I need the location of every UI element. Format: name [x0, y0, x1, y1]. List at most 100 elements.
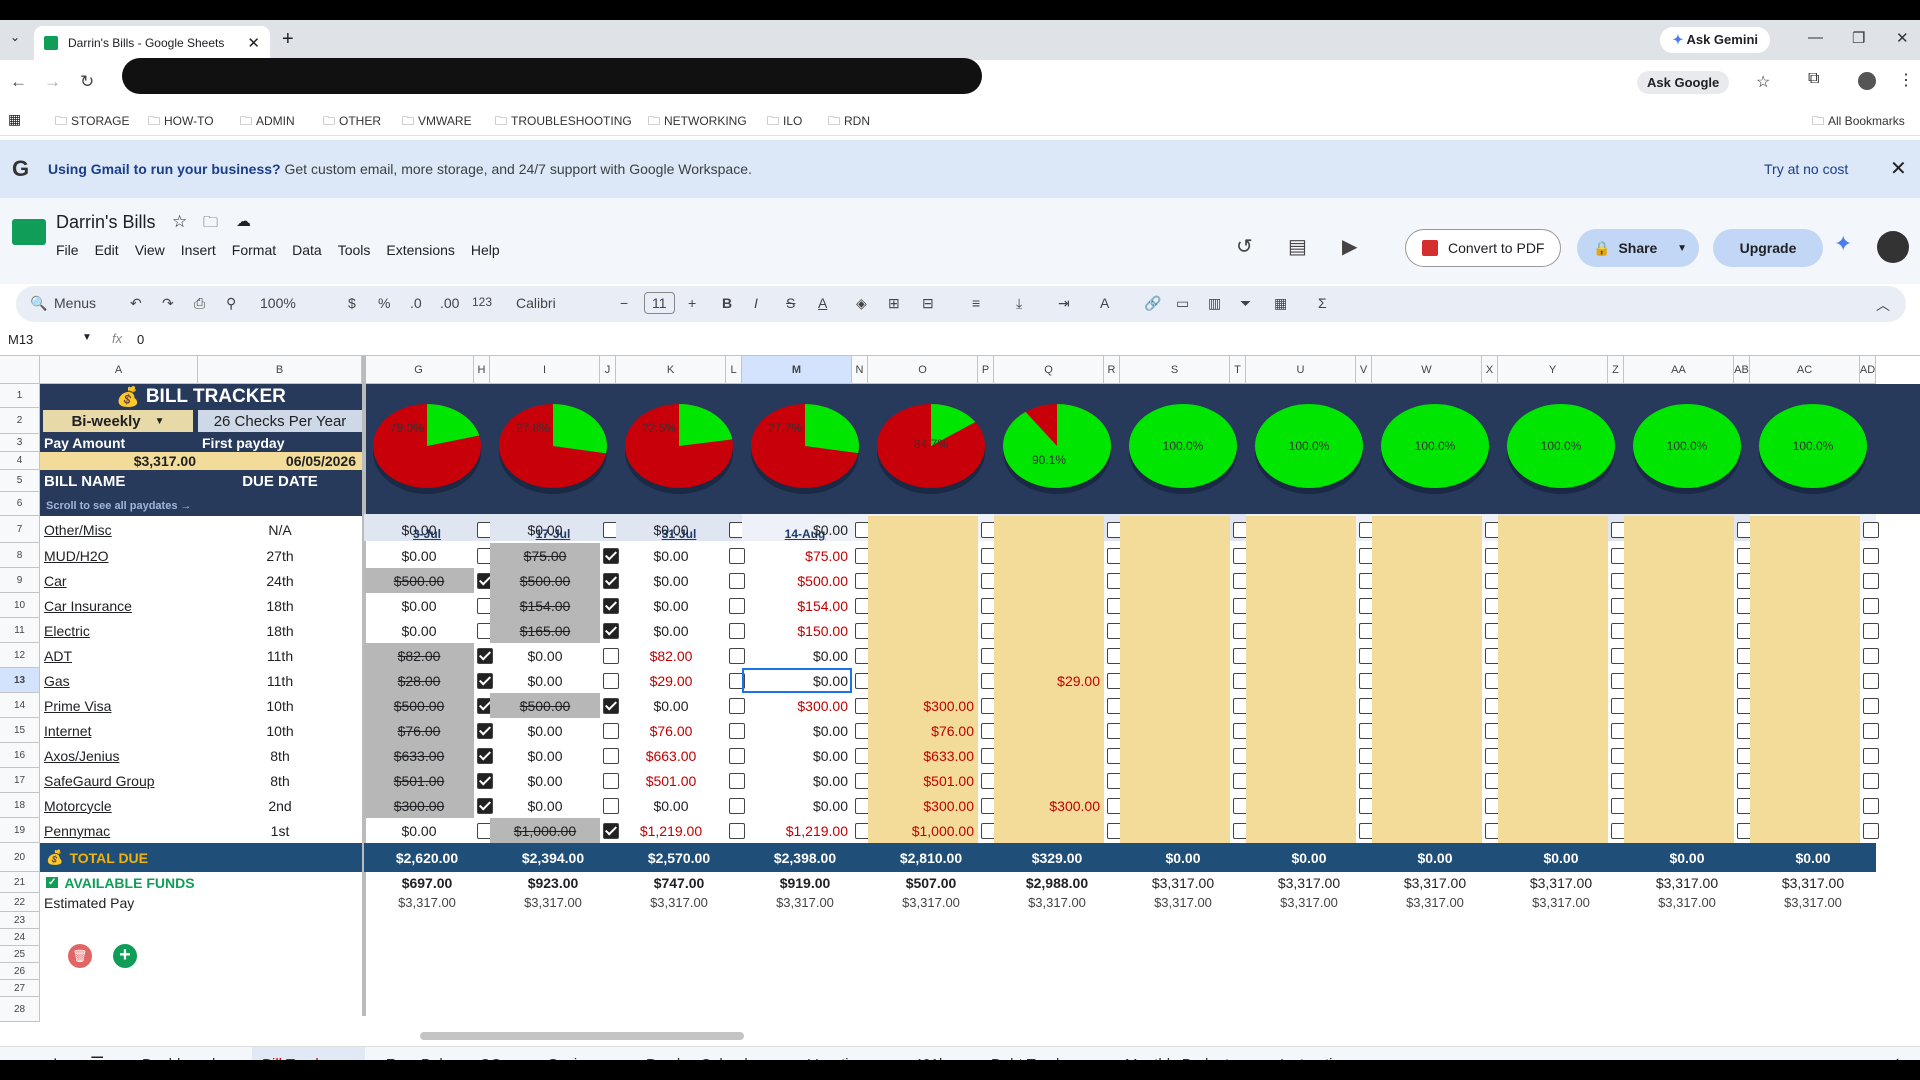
- convert-to-pdf-button[interactable]: Convert to PDF: [1405, 229, 1562, 267]
- column-header[interactable]: P: [978, 356, 994, 384]
- bill-amount[interactable]: $633.00: [868, 743, 978, 768]
- bill-amount[interactable]: $0.00: [616, 543, 726, 568]
- column-header[interactable]: Z: [1608, 356, 1624, 384]
- vertical-align-icon[interactable]: ⤓: [1016, 295, 1022, 312]
- bill-amount[interactable]: $1,219.00: [616, 818, 726, 843]
- browser-tab[interactable]: Darrin's Bills - Google Sheets ✕: [34, 26, 270, 60]
- ask-google-button[interactable]: Ask Google: [1637, 71, 1730, 94]
- sheet-tab[interactable]: Vacation▼: [808, 1056, 884, 1060]
- bookmark-storage[interactable]: STORAGE: [55, 112, 129, 133]
- search-menus-icon[interactable]: 🔍: [30, 295, 47, 312]
- bill-amount[interactable]: $76.00: [868, 718, 978, 743]
- bill-amount[interactable]: $165.00: [490, 618, 600, 643]
- bill-amount[interactable]: $0.00: [616, 618, 726, 643]
- bookmark-ilo[interactable]: ILO: [767, 112, 802, 133]
- corner-select-all[interactable]: [0, 356, 40, 384]
- sheet-tab[interactable]: Dashboard▼: [142, 1056, 234, 1060]
- undo-icon[interactable]: ↶: [130, 295, 142, 312]
- text-color-icon[interactable]: A: [818, 295, 827, 311]
- bill-amount[interactable]: $1,000.00: [868, 818, 978, 843]
- column-header[interactable]: H: [474, 356, 490, 384]
- bill-amount[interactable]: $154.00: [490, 593, 600, 618]
- bill-amount[interactable]: $500.00: [490, 568, 600, 593]
- menu-extensions[interactable]: Extensions: [386, 242, 454, 258]
- font-size-minus-icon[interactable]: −: [620, 295, 628, 311]
- bill-name[interactable]: Electric: [44, 618, 194, 643]
- gemini-sparkle-icon[interactable]: ✦: [1834, 231, 1852, 257]
- collapse-toolbar-icon[interactable]: ︿: [1876, 295, 1890, 315]
- profile-avatar[interactable]: [1858, 72, 1876, 90]
- bill-amount[interactable]: $500.00: [364, 693, 474, 718]
- bill-amount[interactable]: $0.00: [742, 718, 852, 743]
- font-size-plus-icon[interactable]: +: [688, 295, 696, 311]
- bill-amount[interactable]: $75.00: [742, 543, 852, 568]
- row-header[interactable]: 4: [0, 452, 40, 470]
- column-header[interactable]: AB: [1734, 356, 1750, 384]
- column-header[interactable]: I: [490, 356, 600, 384]
- bill-amount[interactable]: $82.00: [616, 643, 726, 668]
- bill-amount[interactable]: $0.00: [616, 568, 726, 593]
- bill-name[interactable]: Internet: [44, 718, 194, 743]
- bookmark-rdn[interactable]: RDN: [828, 112, 870, 133]
- bill-amount[interactable]: $0.00: [742, 516, 852, 543]
- font-size-input[interactable]: 11: [644, 292, 675, 314]
- bookmark-admin[interactable]: ADMIN: [240, 112, 295, 133]
- upgrade-button[interactable]: Upgrade: [1713, 229, 1823, 267]
- menu-tools[interactable]: Tools: [338, 242, 371, 258]
- menu-insert[interactable]: Insert: [181, 242, 216, 258]
- font-select[interactable]: Calibri: [516, 295, 556, 311]
- bill-amount[interactable]: $0.00: [616, 693, 726, 718]
- row-header[interactable]: 16: [0, 743, 40, 768]
- column-header[interactable]: A: [40, 356, 198, 384]
- row-header[interactable]: 21: [0, 872, 40, 893]
- bookmark-networking[interactable]: NETWORKING: [648, 112, 747, 133]
- row-header[interactable]: 14: [0, 693, 40, 718]
- bill-amount[interactable]: $29.00: [616, 668, 726, 693]
- bill-amount[interactable]: $0.00: [616, 516, 726, 543]
- bill-amount[interactable]: $76.00: [616, 718, 726, 743]
- row-header[interactable]: 19: [0, 818, 40, 843]
- column-header[interactable]: N: [852, 356, 868, 384]
- row-header[interactable]: 28: [0, 997, 40, 1022]
- bill-amount[interactable]: $300.00: [364, 793, 474, 818]
- bookmark-vmware[interactable]: VMWARE: [402, 112, 472, 133]
- sheet-tab[interactable]: Payday Calendar▼: [646, 1056, 780, 1060]
- version-history-icon[interactable]: ↺: [1236, 234, 1253, 259]
- bookmark-star-icon[interactable]: ☆: [1756, 72, 1770, 92]
- pay-amount-value[interactable]: $3,317.00: [40, 452, 196, 470]
- row-header[interactable]: 24: [0, 929, 40, 946]
- bill-name[interactable]: ADT: [44, 643, 194, 668]
- row-header[interactable]: 1: [0, 384, 40, 408]
- row-header[interactable]: 12: [0, 643, 40, 668]
- bill-name[interactable]: Gas: [44, 668, 194, 693]
- borders-icon[interactable]: ⊞: [888, 295, 900, 312]
- italic-icon[interactable]: I: [754, 295, 758, 311]
- paid-checkbox[interactable]: [1863, 822, 1879, 839]
- comments-icon[interactable]: ▤: [1288, 234, 1307, 259]
- all-sheets-icon[interactable]: ☰: [90, 1053, 104, 1060]
- reload-icon[interactable]: ↻: [80, 72, 94, 92]
- zoom-select[interactable]: 100%: [260, 295, 296, 311]
- column-header[interactable]: K: [616, 356, 726, 384]
- link-icon[interactable]: 🔗: [1144, 295, 1161, 312]
- add-row-icon[interactable]: +: [113, 944, 137, 968]
- strikethrough-icon[interactable]: S: [786, 295, 795, 311]
- bill-name[interactable]: Axos/Jenius: [44, 743, 194, 768]
- bill-amount[interactable]: $0.00: [742, 768, 852, 793]
- filter-views-icon[interactable]: ▦: [1274, 295, 1287, 312]
- row-header[interactable]: 23: [0, 912, 40, 929]
- menu-help[interactable]: Help: [471, 242, 500, 258]
- column-header[interactable]: L: [726, 356, 742, 384]
- bill-amount[interactable]: $1,000.00: [490, 818, 600, 843]
- bill-amount[interactable]: $150.00: [742, 618, 852, 643]
- sheet-tab[interactable]: Monthly Budget▼: [1125, 1056, 1248, 1060]
- merge-cells-icon[interactable]: ⊟: [922, 295, 934, 312]
- column-header[interactable]: X: [1482, 356, 1498, 384]
- row-header[interactable]: 5: [0, 470, 40, 492]
- paid-checkbox[interactable]: [1863, 547, 1879, 564]
- wrap-icon[interactable]: ⇥: [1058, 295, 1070, 312]
- column-header[interactable]: Q: [994, 356, 1104, 384]
- column-header[interactable]: R: [1104, 356, 1120, 384]
- currency-format[interactable]: $: [348, 295, 356, 311]
- column-header[interactable]: W: [1372, 356, 1482, 384]
